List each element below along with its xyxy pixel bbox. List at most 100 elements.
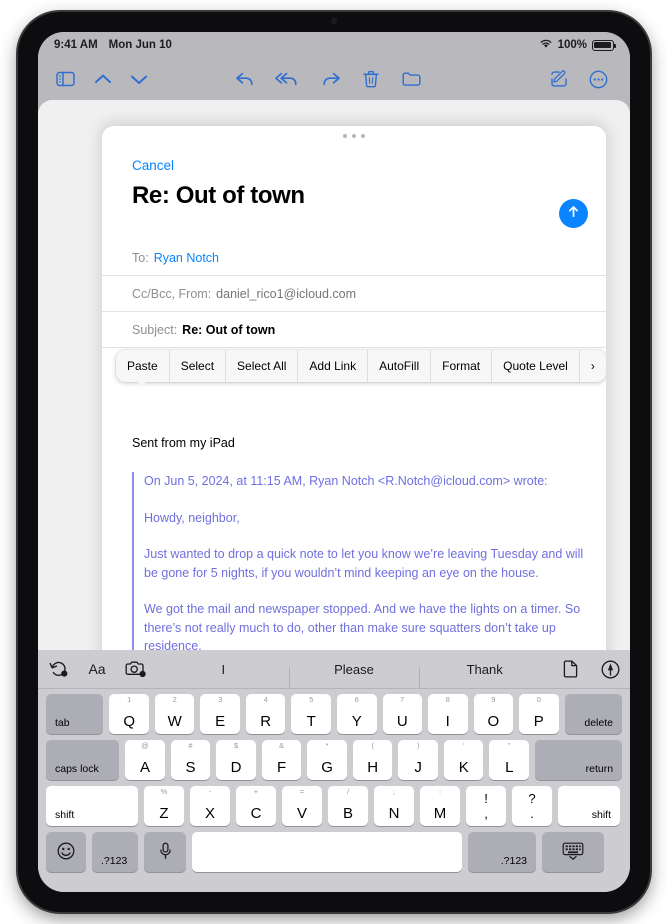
key-t[interactable]: 5 T	[291, 694, 331, 734]
edit-menu-item-paste[interactable]: Paste	[116, 350, 170, 382]
key-a[interactable]: @ A	[125, 740, 165, 780]
key-x[interactable]: - X	[190, 786, 230, 826]
to-recipient[interactable]: Ryan Notch	[154, 251, 219, 265]
edit-menu-callout-tail	[136, 380, 148, 386]
key-b[interactable]: / B	[328, 786, 368, 826]
mail-toolbar	[38, 58, 630, 100]
edit-menu-item-select[interactable]: Select	[170, 350, 227, 382]
battery-full-icon	[592, 39, 617, 51]
camera-insert-icon[interactable]	[114, 660, 158, 678]
sheet-grabber[interactable]	[343, 134, 365, 138]
reply-all-icon[interactable]	[274, 67, 300, 91]
key-u[interactable]: 7 U	[382, 694, 423, 734]
markup-pen-icon[interactable]	[590, 660, 630, 679]
key-y[interactable]: 6 Y	[336, 694, 377, 734]
key-delete[interactable]: delete	[564, 694, 622, 734]
key-o[interactable]: 9 O	[473, 694, 514, 734]
compose-title: Re: Out of town	[132, 182, 305, 209]
key-space[interactable]	[192, 832, 462, 872]
more-actions-icon[interactable]	[585, 67, 611, 91]
battery-percent: 100%	[557, 39, 587, 51]
key-p[interactable]: 0 P	[519, 694, 559, 734]
edit-menu-item-autofill[interactable]: AutoFill	[368, 350, 432, 382]
key-c[interactable]: + C	[236, 786, 276, 826]
key-w[interactable]: 2 W	[154, 694, 195, 734]
subject-label: Subject:	[132, 322, 178, 337]
key-caps-lock[interactable]: caps lock	[46, 740, 120, 780]
cancel-button[interactable]: Cancel	[132, 158, 174, 173]
key-j[interactable]: ) J	[398, 740, 438, 780]
edit-menu-item-quote-level[interactable]: Quote Level	[492, 350, 580, 382]
undo-icon[interactable]	[38, 660, 80, 678]
quoted-message: On Jun 5, 2024, at 11:15 AM, Ryan Notch …	[132, 472, 587, 666]
key-k[interactable]: ‘ K	[443, 740, 484, 780]
predictive-toolbar: Aa I Please Thank	[38, 650, 630, 689]
text-edit-menu: Paste Select Select All Add Link AutoFil…	[116, 350, 606, 382]
key-g[interactable]: * G	[307, 740, 347, 780]
key-h[interactable]: ( H	[352, 740, 393, 780]
key-shift-right[interactable]: shift	[558, 786, 620, 826]
key-e[interactable]: 3 E	[200, 694, 240, 734]
status-date: Mon Jun 10	[108, 39, 172, 51]
message-body[interactable]: Sent from my iPad On Jun 5, 2024, at 11:…	[102, 436, 606, 666]
key-numeric-left[interactable]: .?123	[92, 832, 138, 872]
suggestion-2[interactable]: Please	[288, 662, 420, 689]
ipad-screen: 9:41 AM Mon Jun 10 100% Cancel Re: Out o…	[38, 32, 630, 892]
next-message-icon[interactable]	[126, 67, 152, 91]
sidebar-toggle-icon[interactable]	[52, 67, 78, 91]
key-l[interactable]: ” L	[489, 740, 529, 780]
status-bar: 9:41 AM Mon Jun 10 100%	[38, 32, 630, 58]
edit-menu-item-add-link[interactable]: Add Link	[298, 350, 369, 382]
from-address[interactable]: daniel_rico1@icloud.com	[216, 287, 356, 301]
send-button[interactable]	[559, 199, 588, 228]
key-m[interactable]: : M	[420, 786, 460, 826]
key-z[interactable]: % Z	[144, 786, 184, 826]
email-signature: Sent from my iPad	[132, 436, 235, 450]
quote-attribution: On Jun 5, 2024, at 11:15 AM, Ryan Notch …	[144, 474, 548, 488]
key-s[interactable]: # S	[170, 740, 211, 780]
key-shift-left[interactable]: shift	[46, 786, 138, 826]
compose-sheet: Cancel Re: Out of town To: Ryan Notch Cc…	[102, 126, 606, 666]
document-attach-icon[interactable]	[550, 660, 590, 678]
forward-icon[interactable]	[318, 67, 344, 91]
suggestion-3[interactable]: Thank	[419, 662, 550, 689]
dismiss-keyboard-icon	[562, 842, 584, 863]
key-return[interactable]: return	[535, 740, 623, 780]
text-format-icon[interactable]: Aa	[80, 661, 114, 677]
trash-icon[interactable]	[358, 67, 384, 91]
status-bar-right: 100%	[539, 38, 617, 52]
keyboard-row-4: .?123 .?123	[38, 832, 630, 872]
key-tab[interactable]: tab	[46, 694, 104, 734]
key-q[interactable]: 1 Q	[109, 694, 149, 734]
send-arrow-up-icon	[566, 204, 581, 224]
previous-message-icon[interactable]	[90, 67, 116, 91]
edit-menu-item-format[interactable]: Format	[431, 350, 493, 382]
key-exclamation-comma[interactable]: ! ,	[466, 786, 506, 826]
field-row-subject[interactable]: Subject: Re: Out of town	[102, 312, 606, 348]
field-row-to[interactable]: To: Ryan Notch	[102, 240, 606, 276]
keyboard-row-3: shift % Z - X + C = V / B ; N: M ! , ? …	[38, 786, 630, 826]
suggestion-1[interactable]: I	[158, 662, 289, 677]
key-question-period[interactable]: ? .	[512, 786, 552, 826]
edit-menu-next-page-chevron-icon[interactable]: ›	[580, 350, 606, 382]
compose-icon[interactable]	[546, 67, 572, 91]
key-numeric-right[interactable]: .?123	[468, 832, 536, 872]
key-emoji[interactable]	[46, 832, 86, 872]
key-r[interactable]: 4 R	[245, 694, 286, 734]
key-n[interactable]: ; N	[374, 786, 414, 826]
key-v[interactable]: = V	[282, 786, 322, 826]
key-dismiss-keyboard[interactable]	[542, 832, 604, 872]
status-bar-left: 9:41 AM Mon Jun 10	[54, 39, 172, 51]
status-time: 9:41 AM	[54, 39, 98, 51]
quote-paragraph: Howdy, neighbor,	[144, 510, 240, 525]
key-f[interactable]: & F	[261, 740, 302, 780]
folder-icon[interactable]	[398, 67, 424, 91]
key-i[interactable]: 8 I	[428, 694, 468, 734]
subject-value[interactable]: Re: Out of town	[182, 323, 275, 337]
key-d[interactable]: $ D	[216, 740, 256, 780]
field-row-cc-bcc-from[interactable]: Cc/Bcc, From: daniel_rico1@icloud.com	[102, 276, 606, 312]
edit-menu-item-select-all[interactable]: Select All	[226, 350, 299, 382]
quote-paragraph: We got the mail and newspaper stopped. A…	[144, 602, 581, 653]
reply-icon[interactable]	[232, 67, 258, 91]
key-microphone[interactable]	[144, 832, 186, 872]
